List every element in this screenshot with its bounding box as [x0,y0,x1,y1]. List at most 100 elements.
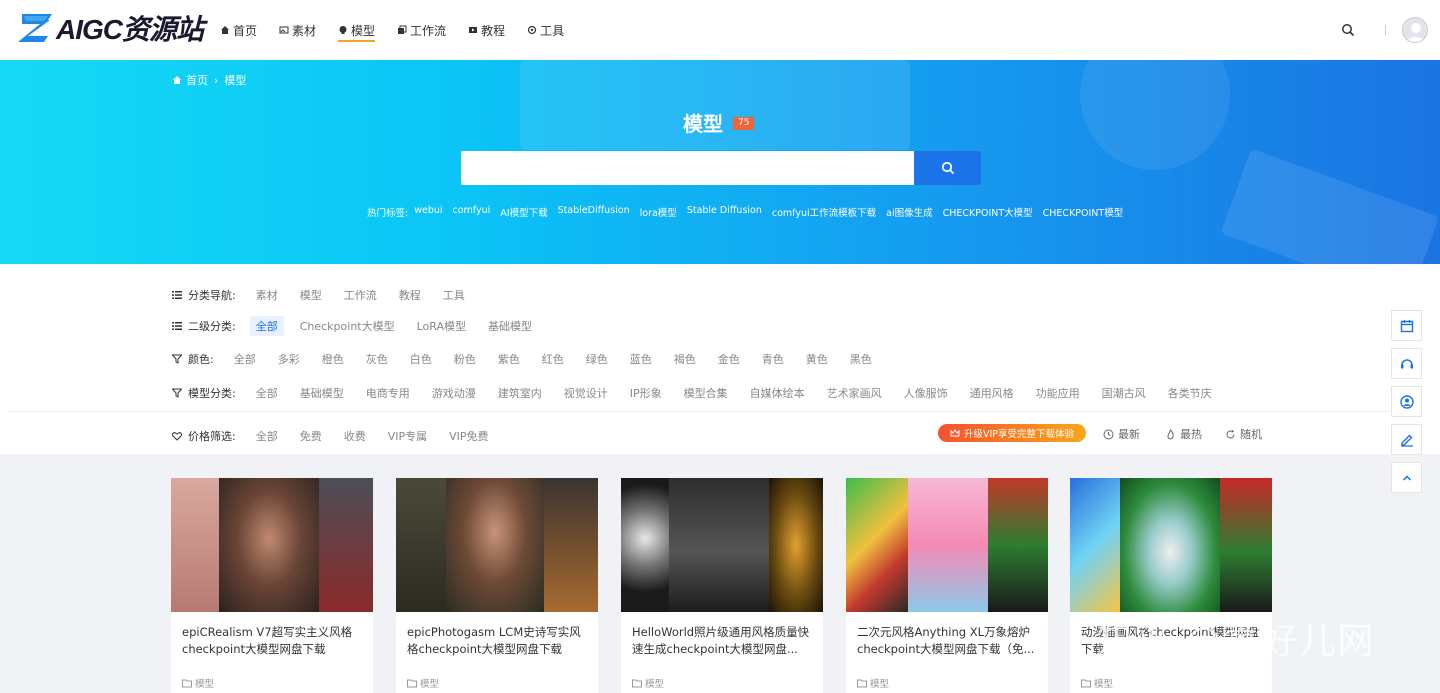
card-title[interactable]: 二次元风格Anything XL万象熔炉checkpoint大模型网盘下载（免.… [846,612,1048,672]
filter-option[interactable]: 红色 [542,349,564,369]
filter-option[interactable]: 基础模型 [488,316,532,336]
filter-option[interactable]: 各类节庆 [1168,383,1212,403]
filter-option[interactable]: VIP专属 [388,426,427,446]
filter-option[interactable]: 功能应用 [1036,383,1080,403]
back-to-top-button[interactable] [1391,462,1422,493]
filter-option[interactable]: 全部 [256,383,278,403]
filter-option[interactable]: 模型 [300,285,322,305]
card-thumbnail[interactable] [1070,478,1272,612]
sort-latest[interactable]: 最新 [1103,426,1140,442]
filter-option[interactable]: 自媒体绘本 [750,383,805,403]
hot-tag[interactable]: webui [414,205,442,219]
nav-models[interactable]: 模型 [338,0,376,60]
filter-option[interactable]: 蓝色 [630,349,652,369]
card-thumbnail[interactable] [621,478,823,612]
heart-icon [172,432,182,441]
filter-option[interactable]: 建筑室内 [498,383,542,403]
header-actions [1341,0,1440,60]
page-title: 模型 [683,112,723,136]
resource-card[interactable]: 二次元风格Anything XL万象熔炉checkpoint大模型网盘下载（免.… [846,478,1048,693]
filter-option[interactable]: IP形象 [630,383,662,403]
filter-option-active[interactable]: 全部 [249,316,284,336]
card-category[interactable]: 模型 [846,672,1048,693]
hot-tag[interactable]: Stable Diffusion [687,205,762,219]
side-support-button[interactable] [1391,348,1422,379]
card-category[interactable]: 模型 [621,672,823,693]
user-avatar[interactable] [1402,17,1428,43]
card-thumbnail[interactable] [396,478,598,612]
hot-tag[interactable]: StableDiffusion [558,205,630,219]
filter-option[interactable]: 教程 [399,285,421,305]
hot-tag[interactable]: lora模型 [640,205,677,219]
sort-hottest[interactable]: 最热 [1165,426,1202,442]
hot-tag[interactable]: AI模型下载 [500,205,547,219]
card-category[interactable]: 模型 [396,672,598,693]
sort-random[interactable]: 随机 [1225,426,1262,442]
search-input[interactable] [461,151,914,185]
hot-tag[interactable]: CHECKPOINT大模型 [943,205,1033,219]
hot-tag[interactable]: comfyui [453,205,491,219]
search-button[interactable] [914,151,981,185]
filter-option[interactable]: 全部 [234,349,256,369]
nav-workflow[interactable]: 工作流 [397,0,446,60]
filter-option[interactable]: 灰色 [366,349,388,369]
filter-option[interactable]: 收费 [344,426,366,446]
filter-option[interactable]: 紫色 [498,349,520,369]
breadcrumb-current[interactable]: 模型 [224,72,246,88]
hot-tag[interactable]: comfyui工作流模板下载 [772,205,876,219]
vip-upgrade-button[interactable]: 升级VIP享受完整下载体验 [938,424,1086,442]
filter-divider [8,411,1390,412]
filter-option[interactable]: 免费 [300,426,322,446]
resource-card[interactable]: epiCRealism V7超写实主义风格checkpoint大模型网盘下载 模… [171,478,373,693]
card-thumbnail[interactable] [171,478,373,612]
site-logo[interactable]: AIGC资源站 [18,10,204,46]
filter-option[interactable]: 通用风格 [970,383,1014,403]
filter-option[interactable]: 白色 [410,349,432,369]
filter-option[interactable]: 人像服饰 [904,383,948,403]
filter-option[interactable]: 工作流 [344,285,377,305]
nav-home[interactable]: 首页 [220,0,257,60]
side-user-button[interactable] [1391,386,1422,417]
nav-materials[interactable]: 素材 [279,0,316,60]
card-thumbnail[interactable] [846,478,1048,612]
filter-option[interactable]: 艺术家画风 [827,383,882,403]
filter-option[interactable]: 游戏动漫 [432,383,476,403]
filter-option[interactable]: 全部 [256,426,278,446]
side-edit-button[interactable] [1391,424,1422,455]
card-title[interactable]: epiCRealism V7超写实主义风格checkpoint大模型网盘下载 [171,612,373,672]
side-calendar-button[interactable] [1391,310,1422,341]
nav-tools[interactable]: 工具 [527,0,564,60]
hot-tag[interactable]: CHECKPOINT模型 [1043,205,1124,219]
card-category[interactable]: 模型 [171,672,373,693]
filter-option[interactable]: VIP免费 [449,426,488,446]
filter-option[interactable]: 视觉设计 [564,383,608,403]
nav-tools-label: 工具 [540,23,565,38]
filter-option[interactable]: 素材 [256,285,278,305]
filter-option[interactable]: LoRA模型 [417,316,466,336]
nav-tutorials[interactable]: 教程 [468,0,505,60]
filter-option[interactable]: 橙色 [322,349,344,369]
filter-option[interactable]: 绿色 [586,349,608,369]
home-icon [221,26,229,34]
filter-option[interactable]: 基础模型 [300,383,344,403]
search-icon[interactable] [1341,23,1355,37]
breadcrumb-home[interactable]: 首页 [186,72,208,88]
filter-option[interactable]: 黑色 [850,349,872,369]
filter-option[interactable]: Checkpoint大模型 [300,316,395,336]
filter-option[interactable]: 黄色 [806,349,828,369]
card-category[interactable]: 模型 [1070,672,1272,693]
filter-option[interactable]: 工具 [443,285,465,305]
filter-option[interactable]: 多彩 [278,349,300,369]
hot-tag[interactable]: ai图像生成 [886,205,932,219]
filter-option[interactable]: 褐色 [674,349,696,369]
filter-option[interactable]: 粉色 [454,349,476,369]
filter-option[interactable]: 青色 [762,349,784,369]
filter-option[interactable]: 电商专用 [366,383,410,403]
filter-option[interactable]: 金色 [718,349,740,369]
filter-option[interactable]: 国潮古风 [1102,383,1146,403]
card-title[interactable]: epicPhotogasm LCM史诗写实风格checkpoint大模型网盘下载 [396,612,598,672]
resource-card[interactable]: epicPhotogasm LCM史诗写实风格checkpoint大模型网盘下载… [396,478,598,693]
filter-option[interactable]: 模型合集 [684,383,728,403]
resource-card[interactable]: HelloWorld照片级通用风格质量快速生成checkpoint大模型网盘..… [621,478,823,693]
card-title[interactable]: HelloWorld照片级通用风格质量快速生成checkpoint大模型网盘..… [621,612,823,672]
